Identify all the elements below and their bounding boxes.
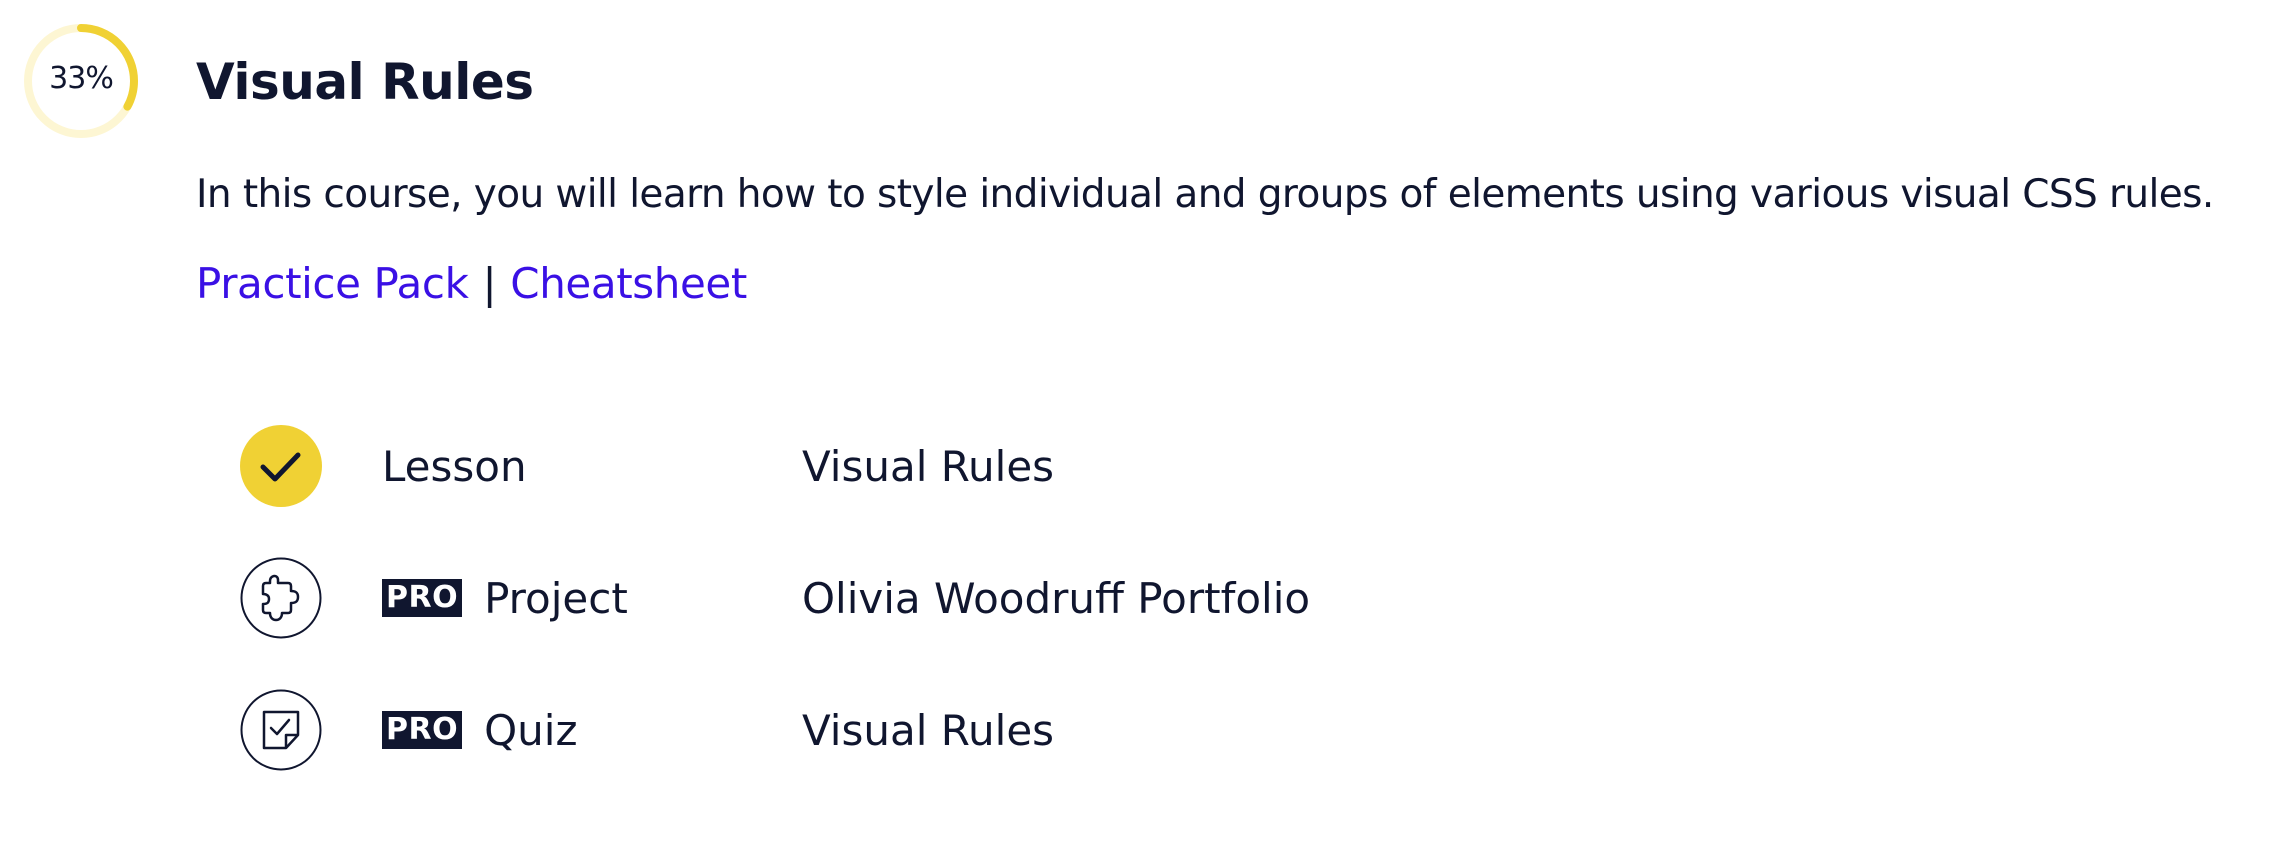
content-name-label[interactable]: Visual Rules: [802, 442, 1054, 491]
cheatsheet-link[interactable]: Cheatsheet: [510, 259, 747, 308]
content-type-label: Project: [484, 573, 628, 623]
content-item-type: PRO Project: [382, 557, 628, 639]
content-item-name[interactable]: Visual Rules: [802, 689, 1054, 771]
content-type-label: Quiz: [484, 705, 578, 755]
content-item-project[interactable]: PRO Project Olivia Woodruff Portfolio: [240, 557, 1640, 639]
puzzle-icon: [240, 557, 322, 639]
course-description: In this course, you will learn how to st…: [196, 172, 2214, 217]
content-item-quiz[interactable]: PRO Quiz Visual Rules: [240, 689, 1640, 771]
course-header: Visual Rules: [196, 50, 534, 114]
progress-ring: 33%: [22, 22, 140, 140]
pro-badge: PRO: [382, 579, 463, 617]
course-title: Visual Rules: [196, 53, 534, 111]
check-icon: [240, 425, 322, 507]
content-item-lesson[interactable]: Lesson Visual Rules: [240, 425, 1640, 507]
pro-badge: PRO: [382, 711, 463, 749]
content-item-name[interactable]: Visual Rules: [802, 425, 1054, 507]
quiz-icon: [240, 689, 322, 771]
content-item-type: Lesson: [382, 425, 527, 507]
practice-pack-link[interactable]: Practice Pack: [196, 259, 469, 308]
content-type-label: Lesson: [382, 441, 527, 491]
content-name-label[interactable]: Visual Rules: [802, 706, 1054, 755]
content-name-label[interactable]: Olivia Woodruff Portfolio: [802, 574, 1310, 623]
course-links: Practice Pack | Cheatsheet: [196, 256, 747, 312]
content-item-name[interactable]: Olivia Woodruff Portfolio: [802, 557, 1310, 639]
progress-percent-label: 33%: [49, 60, 114, 96]
link-separator: |: [482, 259, 497, 308]
content-item-type: PRO Quiz: [382, 689, 578, 771]
